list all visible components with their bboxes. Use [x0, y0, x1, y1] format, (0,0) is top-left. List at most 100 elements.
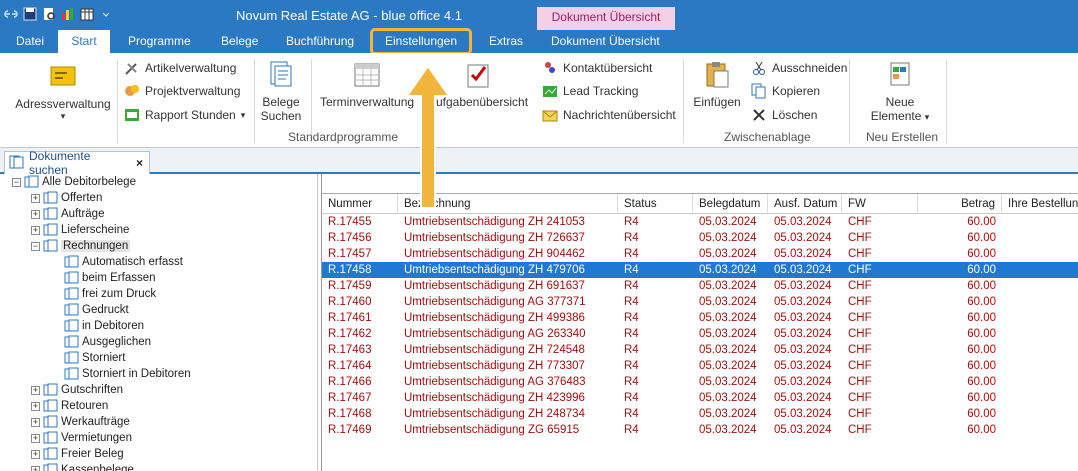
adressverwaltung-button[interactable]: Adressverwaltung ▾ — [14, 61, 112, 122]
dropdown-arrow-icon: ▾ — [240, 109, 246, 120]
table-cell: 05.03.2024 — [774, 232, 832, 244]
column-header[interactable]: FW — [842, 194, 918, 214]
column-header[interactable]: Betrag — [918, 194, 1002, 214]
tree-node[interactable]: Ausgeglichen — [64, 334, 151, 350]
loeschen-button[interactable]: Löschen — [751, 105, 817, 125]
tree-node[interactable]: beim Erfassen — [64, 270, 156, 286]
nachrichtenuebersicht-button[interactable]: Nachrichtenübersicht — [542, 105, 676, 125]
table-cell: 05.03.2024 — [774, 360, 832, 372]
table-row[interactable]: R.17466 Umtriebsentschädigung AG 376483 R4… — [322, 374, 1078, 390]
tab-einstellungen[interactable]: Einstellungen — [370, 28, 472, 55]
tree-node[interactable]: − Rechnungen — [31, 238, 131, 254]
tree-node[interactable]: Storniert in Debitoren — [64, 366, 191, 382]
expand-icon[interactable]: + — [31, 225, 40, 235]
lead-tracking-button[interactable]: Lead Tracking — [542, 81, 638, 101]
tab-programme[interactable]: Programme — [124, 30, 195, 53]
tree-node-label: Storniert in Debitoren — [82, 368, 191, 380]
table-row[interactable]: R.17458 Umtriebsentschädigung ZH 479706 R4… — [322, 262, 1078, 278]
table-row[interactable]: R.17469 Umtriebsentschädigung ZG 65915 R4 0… — [322, 422, 1078, 438]
tree-node[interactable]: Automatisch erfasst — [64, 254, 183, 270]
tab-belege[interactable]: Belege — [217, 30, 262, 53]
expand-icon[interactable]: + — [31, 401, 40, 411]
table-row[interactable]: R.17457 Umtriebsentschädigung ZH 904462 R4… — [322, 246, 1078, 262]
table-row[interactable]: R.17455 Umtriebsentschädigung ZH 241053 R4… — [322, 214, 1078, 230]
grid-header: Nummer Bezeichnung Status Belegdatum Ausf. D… — [322, 194, 1078, 214]
ausschneiden-button[interactable]: Ausschneiden — [751, 58, 847, 78]
expand-icon[interactable]: + — [31, 193, 40, 203]
tree-node[interactable]: in Debitoren — [64, 318, 144, 334]
table-cell: Umtriebsentschädigung ZH 479706 — [404, 264, 585, 276]
tab-extras[interactable]: Extras — [485, 30, 527, 53]
tree-node[interactable]: + Retouren — [31, 398, 108, 414]
column-header[interactable]: Belegdatum — [693, 194, 768, 214]
tree-node[interactable]: + Freier Beleg — [31, 446, 124, 462]
tree-node[interactable]: frei zum Druck — [64, 286, 156, 302]
table-row[interactable]: R.17463 Umtriebsentschädigung ZH 724548 R4… — [322, 342, 1078, 358]
calendar-grid-icon[interactable] — [80, 7, 94, 21]
table-row[interactable]: R.17467 Umtriebsentschädigung ZH 423996 R4… — [322, 390, 1078, 406]
tree-node[interactable]: + Vermietungen — [31, 430, 132, 446]
terminverwaltung-button[interactable]: Terminverwaltung — [320, 59, 414, 109]
table-row[interactable]: R.17459 Umtriebsentschädigung ZH 691637 R4… — [322, 278, 1078, 294]
einfuegen-button[interactable]: Einfügen — [690, 59, 744, 109]
collapse-icon[interactable]: − — [31, 241, 40, 251]
tree-node[interactable]: + Gutschriften — [31, 382, 123, 398]
belege-suchen-button[interactable]: Belege Suchen — [258, 59, 304, 123]
rapport-stunden-button[interactable]: Rapport Stunden ▾ — [124, 105, 245, 125]
tab-buchfuehrung[interactable]: Buchführung — [282, 30, 358, 53]
table-cell: R.17462 — [328, 328, 372, 340]
tab-dokument-uebersicht[interactable]: Dokument Übersicht — [547, 30, 664, 53]
group-standardprogramme-label: Standardprogramme — [288, 130, 399, 144]
expand-icon[interactable]: + — [31, 465, 40, 471]
tree-node[interactable]: + Aufträge — [31, 206, 104, 222]
table-cell: 60.00 — [967, 296, 996, 308]
table-cell: R.17463 — [328, 344, 372, 356]
artikelverwaltung-button[interactable]: Artikelverwaltung — [124, 58, 236, 78]
column-header[interactable]: Status — [618, 194, 693, 214]
close-icon[interactable]: × — [136, 156, 143, 170]
kontaktuebersicht-button[interactable]: Kontaktübersicht — [542, 58, 652, 78]
table-row[interactable]: R.17456 Umtriebsentschädigung ZH 726637 R4… — [322, 230, 1078, 246]
save-icon[interactable] — [23, 7, 37, 21]
table-cell: R.17468 — [328, 408, 372, 420]
column-header[interactable]: Bezeichnung — [398, 194, 618, 214]
table-cell: CHF — [848, 296, 872, 308]
tree-node[interactable]: Gedruckt — [64, 302, 129, 318]
tab-datei[interactable]: Datei — [12, 30, 48, 53]
chart-icon[interactable] — [61, 7, 75, 21]
projektverwaltung-button[interactable]: Projektverwaltung — [124, 81, 240, 101]
column-header[interactable]: Ihre Bestellung — [1002, 194, 1078, 214]
tree-node[interactable]: + Kassenbelege — [31, 462, 134, 471]
table-cell: Umtriebsentschädigung ZH 241053 — [404, 216, 585, 228]
table-cell: 05.03.2024 — [774, 312, 832, 324]
column-header[interactable]: Nummer — [322, 194, 398, 214]
table-row[interactable]: R.17462 Umtriebsentschädigung AG 263340 R4… — [322, 326, 1078, 342]
expand-icon[interactable]: + — [31, 449, 40, 459]
tree-node-root[interactable]: − Alle Debitorbelege — [12, 174, 136, 190]
link-icon[interactable] — [4, 7, 18, 21]
tab-start[interactable]: Start — [58, 30, 110, 53]
expand-icon[interactable]: + — [31, 385, 40, 395]
table-cell: Umtriebsentschädigung ZH 691637 — [404, 280, 585, 292]
aufgabenuebersicht-button[interactable]: Aufgabenübersicht — [422, 59, 534, 109]
expand-icon[interactable]: + — [31, 417, 40, 427]
expand-icon[interactable]: + — [31, 433, 40, 443]
table-row[interactable]: R.17461 Umtriebsentschädigung ZH 499386 R4… — [322, 310, 1078, 326]
expand-icon[interactable]: + — [31, 209, 40, 219]
neue-elemente-button[interactable]: Neue Elemente ▾ — [862, 59, 938, 123]
collapse-icon[interactable]: − — [12, 177, 21, 187]
tab-dokumente-suchen[interactable]: Dokumente suchen × — [4, 149, 150, 177]
kopieren-button[interactable]: Kopieren — [751, 81, 820, 101]
chevron-down-icon[interactable] — [99, 7, 113, 21]
table-cell: Umtriebsentschädigung ZH 773307 — [404, 360, 585, 372]
tree-node[interactable]: + Offerten — [31, 190, 102, 206]
table-row[interactable]: R.17460 Umtriebsentschädigung AG 377371 R4… — [322, 294, 1078, 310]
column-header[interactable]: Ausf. Datum — [768, 194, 842, 214]
tree-node[interactable]: + Werkaufträge — [31, 414, 130, 430]
tree-node[interactable]: + Lieferscheine — [31, 222, 129, 238]
tree-node[interactable]: Storniert — [64, 350, 125, 366]
table-row[interactable]: R.17468 Umtriebsentschädigung ZH 248734 R4… — [322, 406, 1078, 422]
table-cell: 05.03.2024 — [774, 216, 832, 228]
print-preview-icon[interactable] — [42, 7, 56, 21]
table-row[interactable]: R.17464 Umtriebsentschädigung ZH 773307 R4… — [322, 358, 1078, 374]
